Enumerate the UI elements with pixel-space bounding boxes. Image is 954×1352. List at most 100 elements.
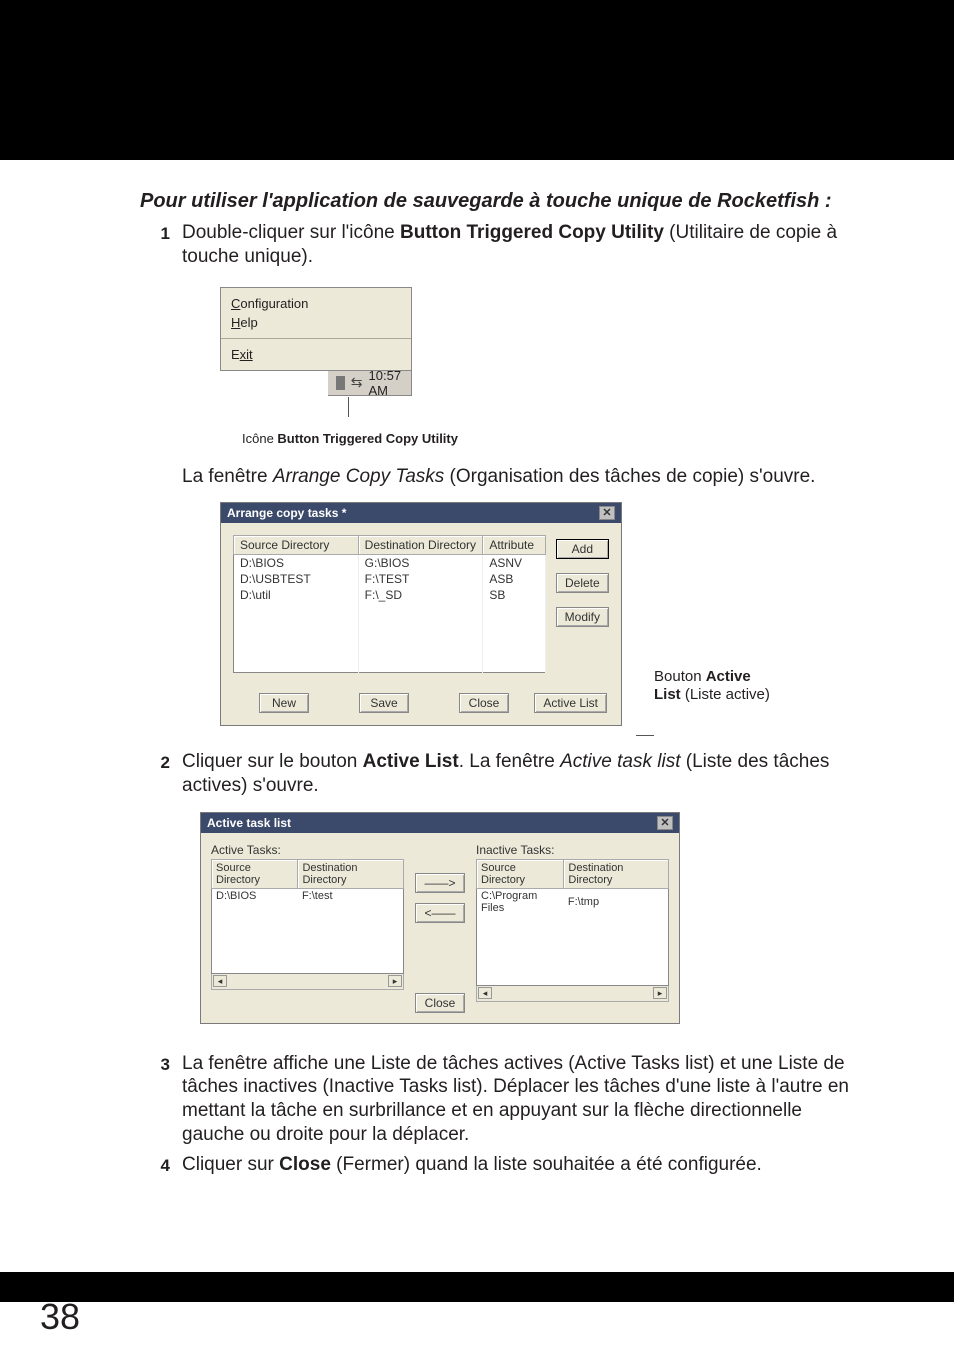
active-list-button[interactable]: Active List bbox=[534, 693, 607, 713]
active-tasks-label: Active Tasks: bbox=[211, 843, 404, 857]
text: La fenêtre bbox=[182, 466, 273, 487]
step-number: 1 bbox=[140, 221, 170, 269]
paragraph: La fenêtre Arrange Copy Tasks (Organisat… bbox=[182, 466, 864, 488]
cell: D:\BIOS bbox=[234, 554, 359, 571]
text-bold: List bbox=[654, 686, 681, 703]
move-left-button[interactable]: <—— bbox=[415, 903, 464, 923]
text: La fenêtre affiche une Liste de tâches a… bbox=[182, 1053, 849, 1145]
table-row[interactable]: C:\Program Files F:\tmp bbox=[477, 888, 669, 915]
step-4: 4 Cliquer sur Close (Fermer) quand la li… bbox=[140, 1153, 864, 1177]
cell: F:\_SD bbox=[358, 587, 483, 603]
col-attribute[interactable]: Attribute bbox=[483, 535, 545, 554]
col-source[interactable]: Source Directory bbox=[477, 859, 564, 888]
new-button[interactable]: New bbox=[259, 693, 309, 713]
menu-item-help[interactable]: Help bbox=[231, 313, 401, 332]
table-row bbox=[477, 929, 669, 943]
figure-caption: Icône Button Triggered Copy Utility bbox=[220, 431, 480, 446]
cell: D:\BIOS bbox=[212, 888, 298, 903]
table-row bbox=[234, 603, 546, 617]
text: (Fermer) quand la liste souhaitée a été … bbox=[331, 1154, 762, 1175]
text-bold: Active List bbox=[363, 751, 459, 772]
inactive-tasks-column: Inactive Tasks: Source Directory Destina… bbox=[476, 843, 669, 1013]
callout-wrapper: Bouton Active List (Liste active) bbox=[636, 668, 770, 726]
table-row bbox=[212, 903, 404, 917]
cell: ASB bbox=[483, 571, 545, 587]
scroll-left-icon[interactable]: ◂ bbox=[213, 975, 227, 987]
cell: C:\Program Files bbox=[477, 888, 564, 915]
table-row[interactable]: D:\BIOS G:\BIOS ASNV bbox=[234, 554, 546, 571]
cell: SB bbox=[483, 587, 545, 603]
callout-line bbox=[348, 397, 349, 417]
step-1: 1 Double-cliquer sur l'icône Button Trig… bbox=[140, 221, 864, 269]
add-button[interactable]: Add bbox=[556, 539, 609, 559]
text: Cliquer sur le bouton bbox=[182, 751, 363, 772]
active-tasks-table[interactable]: Source Directory Destination Directory D… bbox=[211, 859, 404, 974]
scroll-right-icon[interactable]: ▸ bbox=[653, 987, 667, 999]
close-button[interactable]: Close bbox=[415, 993, 465, 1013]
dialog-body: Active Tasks: Source Directory Destinati… bbox=[201, 833, 679, 1023]
text: Double-cliquer sur l'icône bbox=[182, 222, 400, 243]
step-body: La fenêtre affiche une Liste de tâches a… bbox=[170, 1052, 864, 1147]
delete-button[interactable]: Delete bbox=[556, 573, 609, 593]
step-number: 3 bbox=[140, 1052, 170, 1147]
tray-app-icon[interactable] bbox=[336, 376, 345, 390]
col-source[interactable]: Source Directory bbox=[234, 535, 359, 554]
close-button[interactable]: Close bbox=[459, 693, 509, 713]
inactive-tasks-label: Inactive Tasks: bbox=[476, 843, 669, 857]
text: . La fenêtre bbox=[459, 751, 560, 772]
menu-item-configuration[interactable]: Configuration bbox=[231, 294, 401, 313]
table-row[interactable]: D:\USBTEST F:\TEST ASB bbox=[234, 571, 546, 587]
page-content: Pour utiliser l'application de sauvegard… bbox=[0, 160, 954, 1176]
cell: ASNV bbox=[483, 554, 545, 571]
col-destination[interactable]: Destination Directory bbox=[358, 535, 483, 554]
close-icon[interactable]: ✕ bbox=[599, 506, 615, 520]
table-row bbox=[212, 959, 404, 974]
header-black-band bbox=[0, 0, 954, 160]
cell: F:\TEST bbox=[358, 571, 483, 587]
dialog-arrange-copy-tasks: Arrange copy tasks * ✕ Source Directory … bbox=[220, 502, 622, 727]
task-table[interactable]: Source Directory Destination Directory A… bbox=[233, 535, 546, 674]
text: Bouton bbox=[654, 668, 706, 685]
table-row bbox=[234, 645, 546, 659]
scroll-left-icon[interactable]: ◂ bbox=[478, 987, 492, 999]
table-row[interactable]: D:\BIOS F:\test bbox=[212, 888, 404, 903]
text: Cliquer sur bbox=[182, 1154, 279, 1175]
col-destination[interactable]: Destination Directory bbox=[298, 859, 404, 888]
tray-icon: ⇆ bbox=[351, 376, 363, 390]
inactive-tasks-table[interactable]: Source Directory Destination Directory C… bbox=[476, 859, 669, 986]
table-row bbox=[212, 945, 404, 959]
table-row bbox=[477, 915, 669, 929]
col-source[interactable]: Source Directory bbox=[212, 859, 298, 888]
callout-line bbox=[636, 735, 654, 736]
table-row bbox=[212, 931, 404, 945]
scrollbar[interactable]: ◂ ▸ bbox=[211, 974, 404, 990]
step-number: 2 bbox=[140, 750, 170, 798]
footer-black-band bbox=[0, 1272, 954, 1302]
figure-active-task-list: Active task list ✕ Active Tasks: Source … bbox=[200, 812, 864, 1024]
table-row bbox=[212, 917, 404, 931]
step-2: 2 Cliquer sur le bouton Active List. La … bbox=[140, 750, 864, 798]
system-tray: ⇆ 10:57 AM bbox=[328, 370, 412, 396]
table-row[interactable]: D:\util F:\_SD SB bbox=[234, 587, 546, 603]
col-destination[interactable]: Destination Directory bbox=[564, 859, 669, 888]
close-icon[interactable]: ✕ bbox=[657, 816, 673, 830]
side-buttons: Add Delete Modify bbox=[556, 535, 609, 674]
text: xit bbox=[240, 347, 253, 362]
menu-item-exit[interactable]: Exit bbox=[231, 345, 401, 364]
text: (Organisation des tâches de copie) s'ouv… bbox=[444, 466, 815, 487]
scrollbar[interactable]: ◂ ▸ bbox=[476, 986, 669, 1002]
step-number: 4 bbox=[140, 1153, 170, 1177]
figure-tray-menu: Configuration Help Exit ⇆ 10:57 AM Icône… bbox=[220, 287, 412, 446]
dialog-title-text: Arrange copy tasks * bbox=[227, 506, 346, 520]
context-menu: Configuration Help Exit bbox=[220, 287, 412, 371]
move-right-button[interactable]: ——> bbox=[415, 873, 464, 893]
scroll-right-icon[interactable]: ▸ bbox=[388, 975, 402, 987]
text-italic: Arrange Copy Tasks bbox=[273, 466, 444, 487]
dialog-titlebar: Arrange copy tasks * ✕ bbox=[221, 503, 621, 523]
step-body: Cliquer sur le bouton Active List. La fe… bbox=[170, 750, 864, 798]
save-button[interactable]: Save bbox=[359, 693, 409, 713]
cell: F:\test bbox=[298, 888, 404, 903]
dialog-titlebar: Active task list ✕ bbox=[201, 813, 679, 833]
menu-group: Exit bbox=[221, 339, 411, 370]
modify-button[interactable]: Modify bbox=[556, 607, 609, 627]
